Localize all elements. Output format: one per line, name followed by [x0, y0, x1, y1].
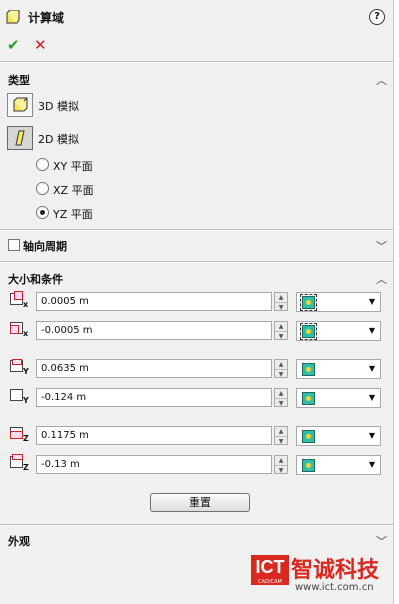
3d-simulation-button[interactable]	[7, 93, 33, 117]
radio-yz-plane-label[interactable]: YZ 平面	[53, 206, 93, 222]
logo-company-name: 智诚科技	[291, 558, 380, 583]
z-max-input[interactable]: 0.1175 m	[36, 426, 272, 445]
cancel-button[interactable]: ✕	[34, 36, 47, 54]
chevron-down-icon[interactable]: ﹀	[376, 533, 387, 549]
plane-icon	[15, 130, 25, 146]
z-min-input[interactable]: -0.13 m	[36, 455, 272, 474]
symmetry-icon	[300, 294, 317, 311]
computational-domain-icon	[6, 10, 20, 24]
y-max-condition-dropdown[interactable]: ▼	[296, 359, 381, 379]
divider	[0, 62, 393, 63]
y-min-condition-dropdown[interactable]: ▼	[296, 388, 381, 408]
x-min-spinner[interactable]: ▲ ▼	[274, 321, 288, 340]
z-min-spinner[interactable]: ▲ ▼	[274, 455, 288, 474]
y-min-icon: Y	[10, 387, 29, 405]
axial-periodicity-checkbox[interactable]	[8, 239, 20, 251]
radio-xy-plane-label[interactable]: XY 平面	[53, 158, 93, 174]
reset-button[interactable]: 重置	[150, 493, 250, 512]
radio-xy-plane[interactable]	[36, 158, 49, 171]
chevron-up-icon[interactable]: ︿	[376, 271, 387, 287]
y-max-input[interactable]: 0.0635 m	[36, 359, 272, 378]
ok-button[interactable]: ✔	[7, 36, 20, 54]
y-min-spinner[interactable]: ▲ ▼	[274, 388, 288, 407]
axial-periodicity-title[interactable]: 轴向周期	[23, 238, 67, 254]
size-conditions-title[interactable]: 大小和条件	[8, 271, 63, 287]
x-min-condition-dropdown[interactable]: ▼	[296, 321, 381, 341]
y-max-spinner[interactable]: ▲ ▼	[274, 359, 288, 378]
type-section-title[interactable]: 类型	[8, 72, 30, 88]
logo-url: www.ict.com.cn	[295, 582, 374, 593]
cube-icon	[13, 97, 28, 112]
appearance-title[interactable]: 外观	[8, 533, 30, 549]
logo-badge-sub: CAD/CAM	[258, 579, 282, 585]
z-min-icon: Z	[10, 454, 29, 472]
symmetry-icon	[300, 323, 317, 340]
panel-title: 计算域	[28, 10, 65, 25]
x-max-spinner[interactable]: ▲ ▼	[274, 292, 288, 311]
2d-simulation-button[interactable]	[7, 126, 33, 150]
chevron-down-icon[interactable]: ﹀	[376, 238, 387, 254]
default-icon	[302, 392, 315, 405]
z-max-condition-dropdown[interactable]: ▼	[296, 426, 381, 446]
radio-xz-plane[interactable]	[36, 182, 49, 195]
x-max-condition-dropdown[interactable]: ▼	[296, 292, 381, 312]
chevron-up-icon[interactable]: ︿	[376, 72, 387, 88]
3d-simulation-label: 3D 模拟	[38, 100, 79, 113]
x-min-input[interactable]: -0.0005 m	[36, 321, 272, 340]
x-max-input[interactable]: 0.0005 m	[36, 292, 272, 311]
x-min-icon: x	[10, 320, 28, 338]
property-manager-panel: 计算域 ? ✔ ✕ 类型 ︿ 3D 模拟 2D 模拟 XY 平面 XZ 平面 Y…	[0, 0, 394, 604]
logo-brand: ICT	[255, 557, 285, 577]
2d-simulation-label: 2D 模拟	[38, 133, 79, 146]
default-icon	[302, 430, 315, 443]
radio-xz-plane-label[interactable]: XZ 平面	[53, 182, 94, 198]
default-icon	[302, 363, 315, 376]
help-icon[interactable]: ?	[369, 9, 385, 25]
z-max-spinner[interactable]: ▲ ▼	[274, 426, 288, 445]
z-max-icon: Z	[10, 425, 29, 443]
y-min-input[interactable]: -0.124 m	[36, 388, 272, 407]
title-row: 计算域	[6, 8, 64, 26]
radio-yz-plane[interactable]	[36, 206, 49, 219]
default-icon	[302, 459, 315, 472]
z-min-condition-dropdown[interactable]: ▼	[296, 455, 381, 475]
x-max-icon: x	[10, 291, 28, 309]
divider	[0, 525, 393, 526]
y-max-icon: Y	[10, 358, 29, 376]
divider	[0, 230, 393, 231]
divider	[0, 262, 393, 263]
